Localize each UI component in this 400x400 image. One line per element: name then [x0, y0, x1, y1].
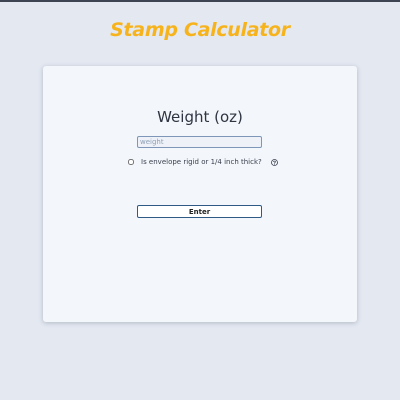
question-circle-icon[interactable]: [270, 158, 278, 166]
top-border: [0, 0, 400, 2]
rigid-envelope-row: Is envelope rigid or 1/4 inch thick?: [128, 157, 278, 167]
app-title: Stamp Calculator: [110, 19, 290, 41]
rigid-envelope-checkbox[interactable]: [128, 159, 134, 165]
weight-heading: Weight (oz): [157, 108, 243, 126]
rigid-envelope-label: Is envelope rigid or 1/4 inch thick?: [141, 158, 262, 166]
enter-button[interactable]: Enter: [137, 205, 262, 218]
weight-input[interactable]: [137, 136, 262, 148]
calculator-card: Weight (oz) Is envelope rigid or 1/4 inc…: [43, 66, 357, 322]
